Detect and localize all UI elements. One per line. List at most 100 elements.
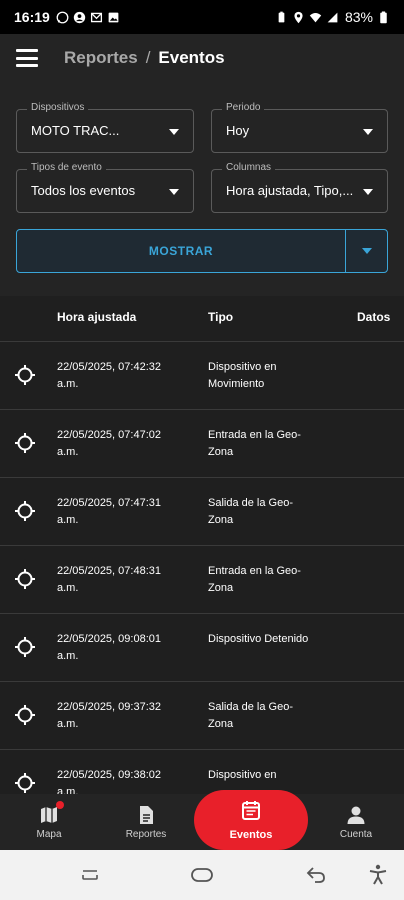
columns-value: Hora ajustada, Tipo,...: [226, 183, 354, 198]
account-icon: [73, 11, 86, 24]
cell-hora-ajustada: 22/05/2025, 09:08:01 a.m.: [57, 631, 187, 665]
cell-tipo: Dispositivo en: [208, 769, 277, 781]
signal-icon: [326, 11, 339, 24]
cell-tipo: Entrada en la Geo-Zona: [208, 429, 301, 458]
time-date: 22/05/2025, 09:37:32: [57, 701, 161, 713]
notification-dot: [56, 801, 64, 809]
status-bar: 16:19 83%: [0, 0, 404, 34]
chevron-down-icon: [169, 129, 179, 135]
crosshair-icon: [14, 636, 36, 658]
status-time: 16:19: [14, 9, 50, 25]
event-types-label: Tipos de evento: [27, 162, 106, 173]
time-date: 22/05/2025, 07:42:32: [57, 361, 161, 373]
event-types-select[interactable]: Tipos de evento Todos los eventos: [16, 162, 194, 213]
table-row[interactable]: 22/05/2025, 07:47:31 a.m. Salida de la Geo…: [0, 478, 404, 546]
table-row[interactable]: 22/05/2025, 09:37:32 a.m. Salida de la Geo…: [0, 682, 404, 750]
chevron-down-icon: [363, 189, 373, 195]
table-row[interactable]: 22/05/2025, 07:48:31 a.m. Entrada en la Ge…: [0, 546, 404, 614]
cell-hora-ajustada: 22/05/2025, 07:42:32 a.m.: [57, 359, 187, 393]
table-row[interactable]: 22/05/2025, 09:08:01 a.m. Dispositivo Dete…: [0, 614, 404, 682]
breadcrumb-parent[interactable]: Reportes: [64, 48, 138, 68]
table-row[interactable]: 22/05/2025, 07:42:32 a.m. Dispositivo en M…: [0, 342, 404, 410]
map-icon: [38, 801, 64, 826]
time-period: a.m.: [57, 514, 79, 526]
recents-icon[interactable]: [78, 863, 102, 887]
chevron-down-icon: [361, 248, 372, 254]
cell-hora-ajustada: 22/05/2025, 07:47:31 a.m.: [57, 495, 187, 529]
devices-label: Dispositivos: [27, 102, 89, 113]
devices-select[interactable]: Dispositivos MOTO TRAC...: [16, 102, 194, 153]
breadcrumb-separator: /: [145, 48, 151, 67]
filters-panel: Dispositivos MOTO TRAC... Periodo Hoy Ti…: [0, 82, 404, 296]
show-button[interactable]: MOSTRAR: [17, 230, 345, 272]
period-value: Hoy: [226, 123, 250, 138]
whatsapp-icon: [56, 11, 69, 24]
nav-mapa-label: Mapa: [36, 829, 62, 840]
cell-hora-ajustada: 22/05/2025, 07:47:02 a.m.: [57, 427, 187, 461]
cell-tipo: Salida de la Geo-Zona: [208, 701, 293, 730]
show-options-button[interactable]: [345, 230, 387, 272]
battery-percentage: 83%: [344, 9, 373, 25]
cell-tipo: Dispositivo en Movimiento: [208, 361, 277, 390]
nav-reportes[interactable]: Reportes: [106, 794, 186, 850]
app-header: Reportes / Eventos: [0, 34, 404, 82]
hamburger-menu-icon[interactable]: [16, 49, 38, 67]
document-icon: [135, 804, 157, 826]
chevron-down-icon: [363, 129, 373, 135]
crosshair-icon: [14, 432, 36, 454]
nav-cuenta-label: Cuenta: [339, 829, 373, 840]
cell-tipo: Entrada en la Geo-Zona: [208, 565, 301, 594]
crosshair-icon: [14, 772, 36, 794]
time-period: a.m.: [57, 718, 79, 730]
nav-eventos[interactable]: Eventos: [194, 790, 308, 850]
time-period: a.m.: [57, 650, 79, 662]
gmail-icon: [90, 11, 103, 24]
time-period: a.m.: [57, 582, 79, 594]
period-label: Periodo: [222, 102, 265, 113]
time-date: 22/05/2025, 07:47:02: [57, 429, 161, 441]
home-icon[interactable]: [190, 863, 214, 887]
person-icon: [345, 804, 367, 826]
wifi-icon: [309, 11, 322, 24]
accessibility-icon[interactable]: [366, 863, 390, 887]
events-table: Hora ajustada Tipo Datos 22/05/2025, 07:…: [0, 296, 404, 794]
image-icon: [107, 11, 120, 24]
crosshair-icon: [14, 364, 36, 386]
time-period: a.m.: [57, 446, 79, 458]
nav-cuenta[interactable]: Cuenta: [316, 794, 396, 850]
devices-value: MOTO TRAC...: [31, 123, 120, 138]
time-period: a.m.: [57, 378, 79, 390]
battery-saver-icon: [275, 11, 288, 24]
cell-hora-ajustada: 22/05/2025, 07:48:31 a.m.: [57, 563, 187, 597]
period-select[interactable]: Periodo Hoy: [211, 102, 388, 153]
cell-tipo: Dispositivo Detenido: [208, 633, 309, 645]
nav-mapa[interactable]: Mapa: [9, 794, 89, 850]
column-header-hora[interactable]: Hora ajustada: [57, 310, 136, 324]
back-icon[interactable]: [304, 863, 328, 887]
show-button-group: MOSTRAR: [16, 229, 388, 273]
nav-reportes-label: Reportes: [125, 829, 167, 840]
cell-hora-ajustada: 22/05/2025, 09:37:32 a.m.: [57, 699, 187, 733]
table-header: Hora ajustada Tipo Datos: [0, 296, 404, 342]
column-header-datos[interactable]: Datos: [357, 310, 390, 324]
calendar-icon: [240, 799, 262, 826]
time-date: 22/05/2025, 07:47:31: [57, 497, 161, 509]
columns-select[interactable]: Columnas Hora ajustada, Tipo,...: [211, 162, 388, 213]
page-title: Eventos: [158, 48, 225, 67]
table-row[interactable]: 22/05/2025, 07:47:02 a.m. Entrada en la Ge…: [0, 410, 404, 478]
crosshair-icon: [14, 500, 36, 522]
chevron-down-icon: [169, 189, 179, 195]
columns-label: Columnas: [222, 162, 276, 173]
cell-tipo: Salida de la Geo-Zona: [208, 497, 293, 526]
event-types-value: Todos los eventos: [31, 183, 136, 198]
nav-eventos-label: Eventos: [229, 829, 273, 841]
time-date: 22/05/2025, 09:08:01: [57, 633, 161, 645]
table-row[interactable]: 22/05/2025, 09:38:02 a.m. Dispositivo en: [0, 750, 404, 794]
column-header-tipo[interactable]: Tipo: [208, 310, 233, 324]
battery-icon: [377, 10, 390, 24]
location-icon: [292, 11, 305, 24]
time-date: 22/05/2025, 09:38:02: [57, 769, 161, 781]
crosshair-icon: [14, 704, 36, 726]
system-navigation-bar: [0, 850, 404, 900]
cell-hora-ajustada: 22/05/2025, 09:38:02 a.m.: [57, 767, 187, 794]
